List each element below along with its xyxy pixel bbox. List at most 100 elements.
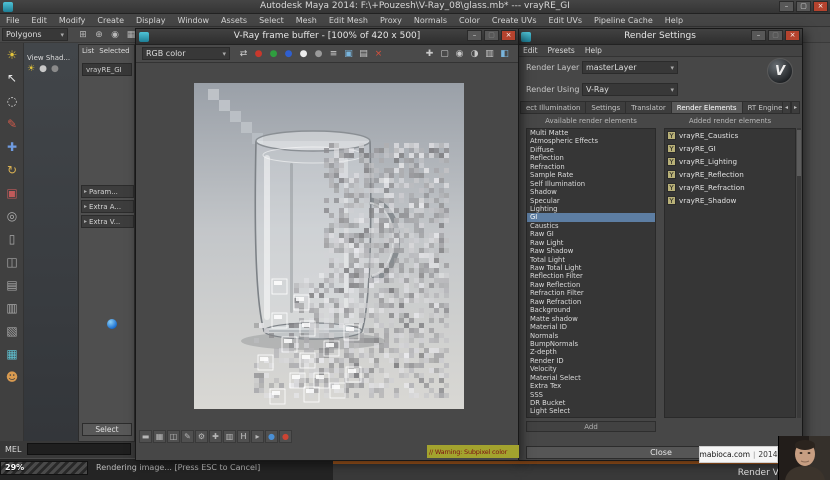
save-image-icon[interactable]: ▣ — [341, 47, 356, 61]
attr-section-header[interactable]: ▸ Extra V... — [81, 215, 134, 228]
element-enabled-icon[interactable]: Y — [667, 144, 676, 153]
available-element-item[interactable]: Z-depth — [527, 348, 655, 356]
menu-item[interactable]: Edit Mesh — [323, 16, 374, 25]
render-settings-titlebar[interactable]: Render Settings – ▢ × — [518, 29, 802, 45]
available-element-item[interactable]: Extra Tex — [527, 382, 655, 390]
available-element-item[interactable]: Light Select — [527, 407, 655, 415]
rs-scrollbar[interactable] — [797, 128, 801, 418]
channels-menu-icon[interactable]: ≡ — [326, 47, 341, 61]
panel-menu-hint[interactable]: View Shad... — [27, 54, 70, 62]
blue-dot-icon[interactable]: ● — [265, 430, 278, 443]
maximize-icon[interactable]: ▢ — [796, 1, 811, 12]
added-element-item[interactable]: Y vrayRE_Reflection — [665, 168, 795, 181]
available-element-item[interactable]: Normals — [527, 332, 655, 340]
element-enabled-icon[interactable]: Y — [667, 131, 676, 140]
rs-menu-item[interactable]: Edit — [518, 46, 543, 55]
available-element-item[interactable]: Sample Rate — [527, 171, 655, 179]
menu-item[interactable]: Color — [453, 16, 486, 25]
minimize-icon[interactable]: – — [779, 1, 794, 12]
crosshair-icon[interactable]: ✚ — [209, 430, 222, 443]
attr-select-button[interactable]: Select — [82, 423, 132, 436]
viewport-light-icon[interactable]: ☀ — [27, 64, 35, 74]
added-element-item[interactable]: Y vrayRE_Refraction — [665, 181, 795, 194]
scale-tool-icon[interactable]: ▣ — [0, 181, 24, 204]
available-element-item[interactable]: Reflection Filter — [527, 272, 655, 280]
attr-menu-item[interactable]: Selected — [99, 47, 134, 55]
red-channel-icon[interactable]: ● — [251, 47, 266, 61]
menu-item[interactable]: Pipeline Cache — [588, 16, 659, 25]
snap-curve-icon[interactable]: ⊕ — [92, 28, 106, 41]
maximize-icon[interactable]: ▢ — [484, 30, 499, 41]
added-element-item[interactable]: Y vrayRE_Shadow — [665, 194, 795, 207]
close-icon[interactable]: × — [785, 30, 800, 41]
rs-tab[interactable]: Settings — [586, 101, 627, 114]
rotate-tool-icon[interactable]: ↻ — [0, 158, 24, 181]
available-element-item[interactable]: Self Illumination — [527, 180, 655, 188]
available-element-item[interactable]: Shadow — [527, 188, 655, 196]
snap-point-icon[interactable]: ◉ — [108, 28, 122, 41]
element-enabled-icon[interactable]: Y — [667, 183, 676, 192]
menu-item[interactable]: Help — [659, 16, 689, 25]
render-using-dropdown[interactable]: V-Ray ▾ — [582, 83, 678, 96]
snap-grid-icon[interactable]: ⊞ — [76, 28, 90, 41]
menu-item[interactable]: Mesh — [290, 16, 323, 25]
rs-menu-item[interactable]: Help — [580, 46, 607, 55]
available-element-item[interactable]: BumpNormals — [527, 340, 655, 348]
pixel-info-icon[interactable]: ◉ — [452, 47, 467, 61]
swap-buffers-icon[interactable]: ⇄ — [236, 47, 251, 61]
available-element-item[interactable]: Multi Matte — [527, 129, 655, 137]
frame-buffer-titlebar[interactable]: V-Ray frame buffer - [100% of 420 x 500]… — [136, 29, 518, 45]
mono-channel-icon[interactable]: ● — [311, 47, 326, 61]
added-element-item[interactable]: Y vrayRE_GI — [665, 142, 795, 155]
menu-item[interactable]: Normals — [408, 16, 453, 25]
rs-menu-item[interactable]: Presets — [543, 46, 580, 55]
tab-scroll-left-icon[interactable]: ◂ — [782, 101, 791, 114]
available-element-item[interactable]: Refraction Filter — [527, 289, 655, 297]
channel-dropdown[interactable]: RGB color ▾ — [142, 47, 230, 60]
blue-channel-icon[interactable]: ● — [281, 47, 296, 61]
menu-item[interactable]: Select — [253, 16, 290, 25]
follow-mouse-icon[interactable]: ✚ — [422, 47, 437, 61]
available-element-item[interactable]: Caustics — [527, 222, 655, 230]
available-element-item[interactable]: Refraction — [527, 163, 655, 171]
rs-tab[interactable]: ect Illumination — [520, 101, 587, 114]
available-element-item[interactable]: GI — [527, 213, 655, 222]
available-element-item[interactable]: Raw Total Light — [527, 264, 655, 272]
available-element-item[interactable]: Raw Refraction — [527, 298, 655, 306]
available-element-item[interactable]: Matte shadow — [527, 315, 655, 323]
stamp-edit-icon[interactable]: ✎ — [181, 430, 194, 443]
red-dot-icon[interactable]: ● — [279, 430, 292, 443]
histogram-icon[interactable]: ▥ — [223, 430, 236, 443]
menu-item[interactable]: Assets — [215, 16, 253, 25]
grid-snap-icon[interactable]: ▦ — [0, 342, 24, 365]
available-element-item[interactable]: Diffuse — [527, 146, 655, 154]
region-render-icon[interactable]: ▢ — [437, 47, 452, 61]
character-icon[interactable]: ☻ — [0, 365, 24, 388]
available-element-item[interactable]: Raw GI — [527, 230, 655, 238]
available-element-item[interactable]: Lighting — [527, 205, 655, 213]
menu-item[interactable]: Create — [91, 16, 130, 25]
settings-gear-icon[interactable]: ⚙ — [195, 430, 208, 443]
show-alpha-icon[interactable]: ▦ — [153, 430, 166, 443]
load-image-icon[interactable]: ▤ — [356, 47, 371, 61]
available-element-item[interactable]: Reflection — [527, 154, 655, 162]
select-tool-icon[interactable]: ↖ — [0, 66, 24, 89]
paint-select-tool-icon[interactable]: ✎ — [0, 112, 24, 135]
color-correction-icon[interactable]: ◑ — [467, 47, 482, 61]
mel-label[interactable]: MEL — [5, 445, 21, 454]
element-enabled-icon[interactable]: Y — [667, 196, 676, 205]
menu-item[interactable]: Window — [172, 16, 216, 25]
available-element-item[interactable]: Specular — [527, 197, 655, 205]
alpha-channel-icon[interactable]: ● — [296, 47, 311, 61]
clear-image-icon[interactable]: × — [371, 47, 386, 61]
menuset-dropdown[interactable]: Polygons ▾ — [2, 28, 68, 41]
rs-scrollbar-thumb[interactable] — [797, 130, 801, 176]
rs-tab[interactable]: Translator — [626, 101, 672, 114]
available-element-item[interactable]: Total Light — [527, 256, 655, 264]
frame-buffer-canvas[interactable] — [136, 63, 518, 430]
available-element-item[interactable]: Raw Light — [527, 239, 655, 247]
available-element-item[interactable]: Render ID — [527, 357, 655, 365]
added-element-item[interactable]: Y vrayRE_Lighting — [665, 155, 795, 168]
layout-four-icon[interactable]: ◫ — [0, 250, 24, 273]
minimize-panel-icon[interactable]: ▬ — [139, 430, 152, 443]
